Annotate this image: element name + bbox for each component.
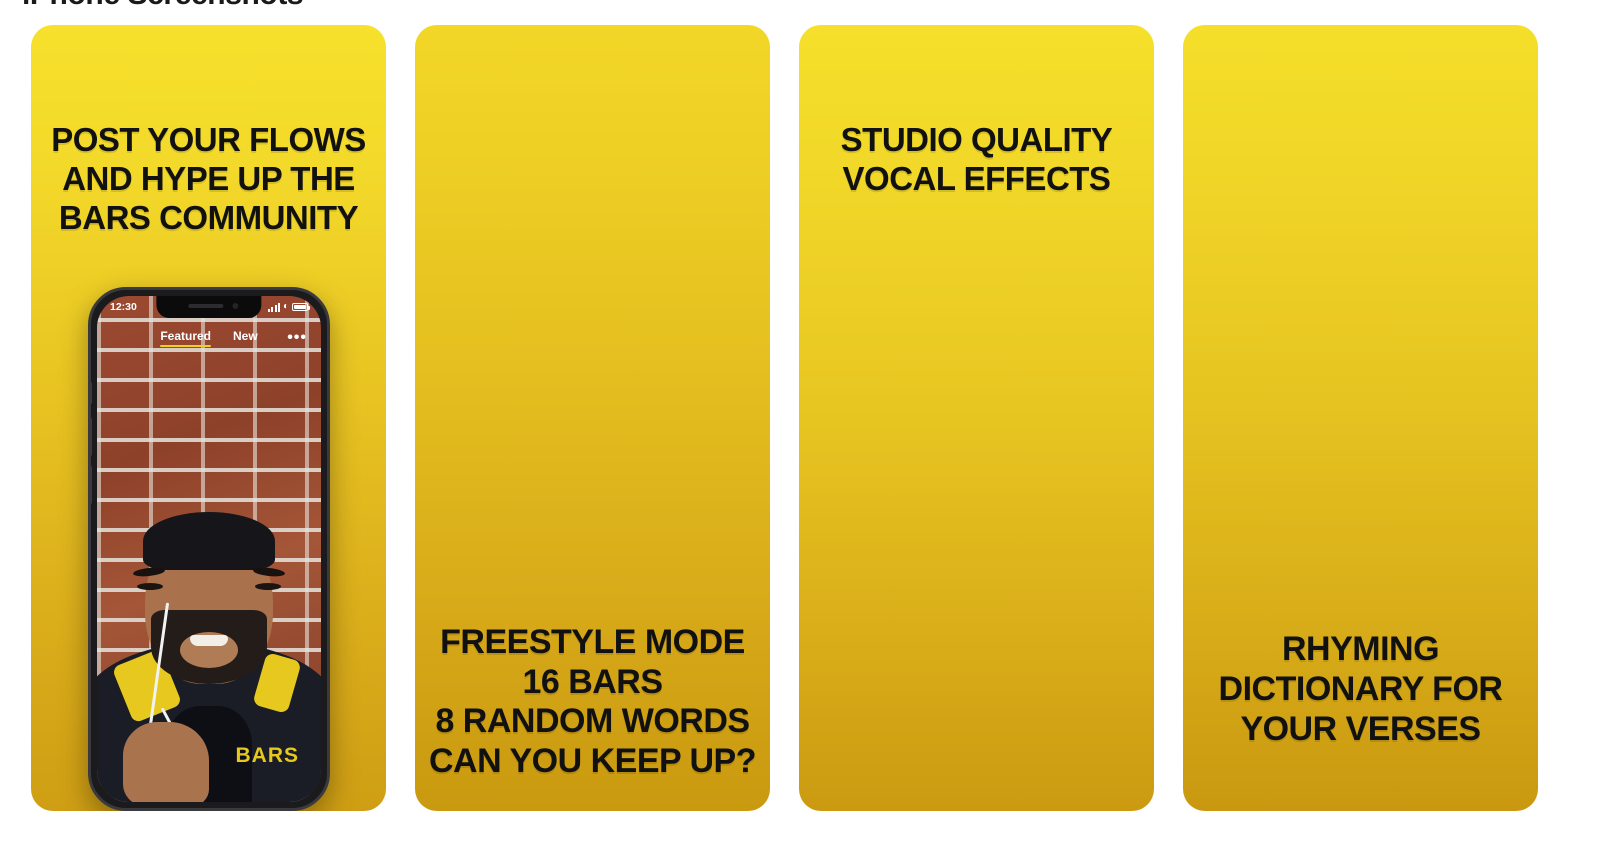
- hoodie-logo: BARS: [235, 744, 299, 767]
- screenshot-strip: POST YOUR FLOWS AND HYPE UP THE BARS COM…: [0, 25, 1600, 815]
- notch: [156, 296, 262, 318]
- caption-line: POST YOUR FLOWS: [51, 121, 366, 158]
- tab-new[interactable]: New: [233, 329, 258, 347]
- card-3-caption: STUDIO QUALITY VOCAL EFFECTS: [799, 121, 1154, 199]
- caption-line: 8 RANDOM WORDS: [435, 702, 750, 741]
- caption-line: CAN YOU KEEP UP?: [428, 741, 757, 780]
- screenshot-card-2[interactable]: NICE FLOWS ??? 33 🔥 289: [415, 25, 770, 811]
- tab-featured[interactable]: Featured: [160, 329, 211, 347]
- caption-line: AND HYPE UP THE: [62, 159, 355, 197]
- caption-line: FREESTYLE MODE: [440, 623, 745, 662]
- caption-line: DICTIONARY FOR: [1218, 669, 1503, 708]
- screenshot-card-4[interactable]: 12:30 ◐ ‹ Rhymes Record: [1183, 25, 1538, 811]
- phone-mockup-1: BARS 12:30 ◐ Featured New •••: [88, 287, 330, 811]
- caption-line: 16 BARS: [522, 662, 663, 701]
- overflow-menu-icon[interactable]: •••: [287, 330, 307, 346]
- card-2-caption: FREESTYLE MODE 16 BARS 8 RANDOM WORDS CA…: [415, 623, 770, 781]
- caption-line: BARS COMMUNITY: [58, 198, 359, 236]
- caption-line: RHYMING: [1281, 629, 1440, 668]
- caption-line: YOUR VERSES: [1240, 709, 1481, 748]
- screenshot-card-1[interactable]: POST YOUR FLOWS AND HYPE UP THE BARS COM…: [31, 25, 386, 811]
- battery-icon: [292, 303, 310, 311]
- signal-bars-icon: [267, 302, 280, 312]
- card-1-caption: POST YOUR FLOWS AND HYPE UP THE BARS COM…: [31, 121, 386, 238]
- user-video-subject: BARS: [97, 472, 321, 802]
- page-title: iPhone Screenshots: [22, 0, 304, 12]
- caption-line: VOCAL EFFECTS: [842, 159, 1111, 197]
- card-4-caption: RHYMING DICTIONARY FOR YOUR VERSES: [1183, 629, 1538, 749]
- caption-line: STUDIO QUALITY: [840, 121, 1113, 158]
- app-store-screenshot-gallery: iPhone Screenshots POST YOUR FLOWS AND H…: [0, 0, 1600, 858]
- screenshot-card-3[interactable]: STUDIO QUALITY VOCAL EFFECTS 12:30: [799, 25, 1154, 811]
- wifi-icon: ◐: [282, 301, 289, 312]
- status-time: 12:30: [110, 301, 137, 313]
